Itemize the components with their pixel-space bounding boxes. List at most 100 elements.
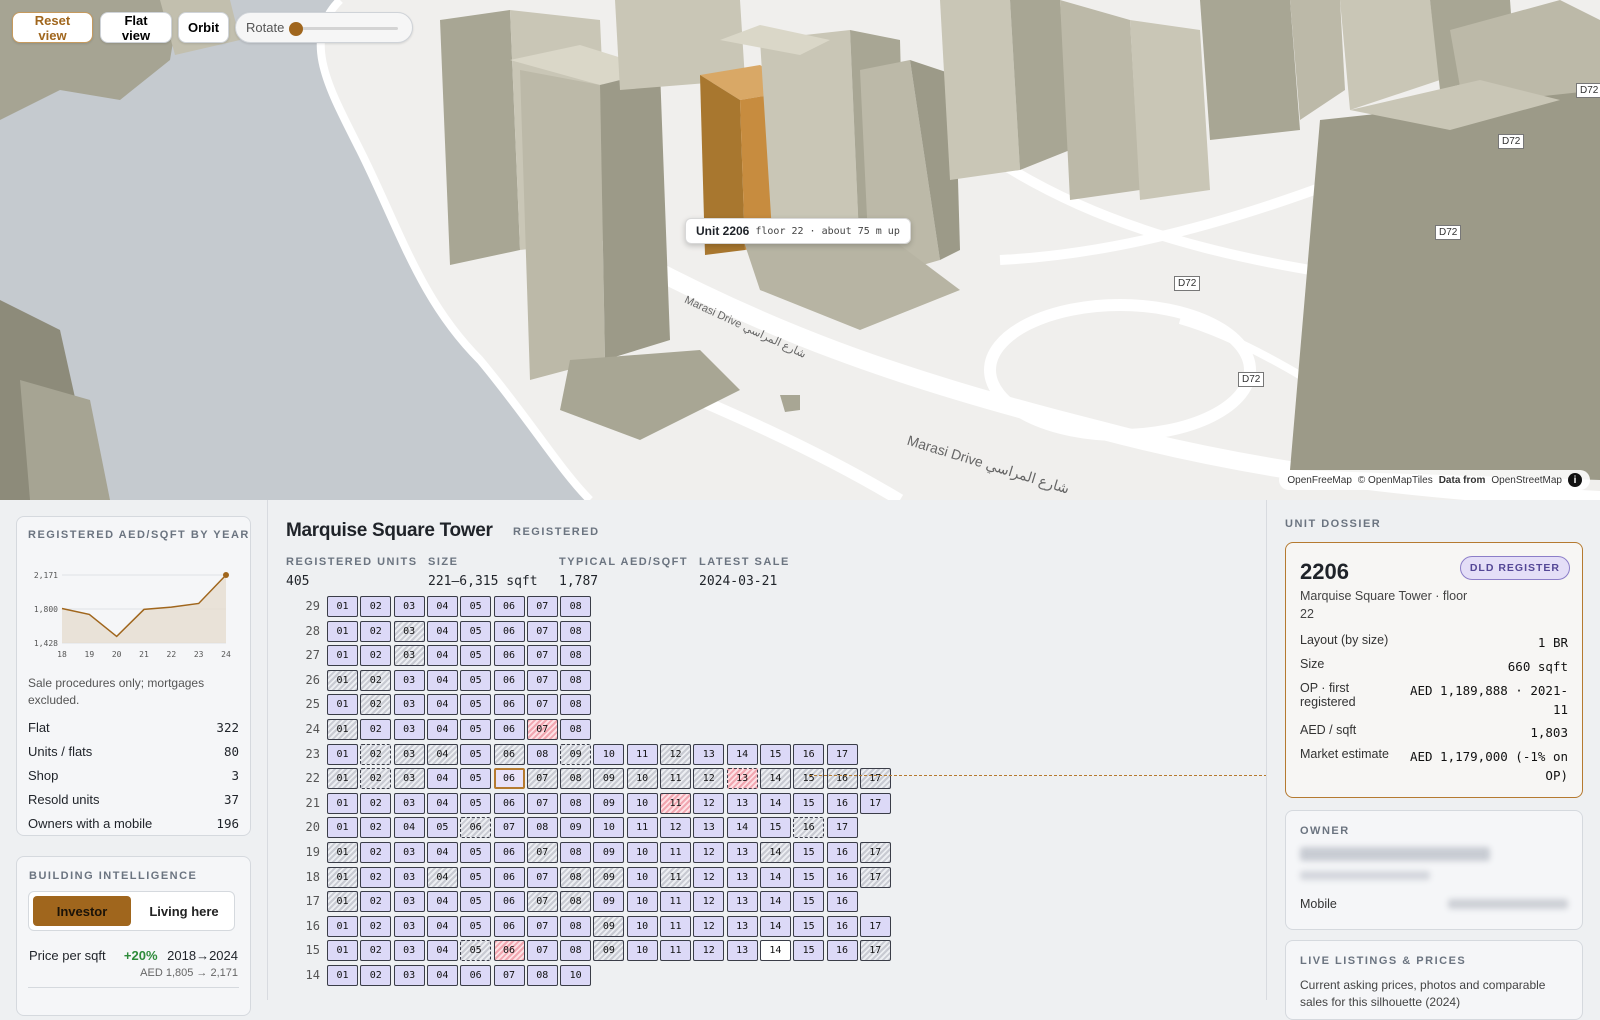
unit-cell[interactable]: 14: [726, 817, 758, 839]
map-canvas[interactable]: [0, 0, 1600, 500]
unit-cell[interactable]: 06: [493, 719, 525, 740]
unit-cell[interactable]: 13: [726, 842, 758, 863]
unit-cell[interactable]: 10: [626, 768, 658, 790]
unit-cell[interactable]: 07: [526, 620, 558, 642]
unit-cell[interactable]: 13: [726, 768, 758, 790]
unit-cell[interactable]: 05: [460, 891, 492, 913]
unit-cell[interactable]: 15: [759, 743, 791, 765]
unit-cell[interactable]: 05: [460, 842, 492, 863]
unit-cell[interactable]: 04: [426, 645, 458, 667]
unit-cell[interactable]: 12: [693, 768, 725, 790]
unit-cell[interactable]: 16: [826, 940, 858, 962]
unit-cell[interactable]: 06: [493, 596, 525, 617]
unit-cell[interactable]: 09: [560, 743, 592, 765]
unit-cell[interactable]: 07: [526, 915, 558, 937]
unit-cell[interactable]: 04: [426, 866, 458, 888]
unit-cell[interactable]: 04: [426, 915, 458, 937]
unit-cell[interactable]: 08: [560, 915, 592, 937]
unit-cell[interactable]: 02: [360, 768, 392, 790]
unit-cell[interactable]: 08: [560, 596, 592, 617]
unit-cell[interactable]: 14: [759, 842, 791, 863]
unit-cell[interactable]: 14: [759, 792, 791, 814]
unit-cell[interactable]: 15: [759, 817, 791, 839]
unit-cell[interactable]: 08: [526, 743, 558, 765]
unit-cell[interactable]: 07: [526, 940, 558, 962]
unit-cell[interactable]: 02: [360, 719, 392, 740]
unit-cell[interactable]: 03: [393, 743, 425, 765]
unit-cell[interactable]: 04: [426, 596, 458, 617]
unit-cell[interactable]: 01: [327, 891, 358, 913]
rotate-track[interactable]: [292, 27, 398, 30]
unit-cell[interactable]: 14: [759, 768, 791, 790]
unit-cell[interactable]: 02: [360, 620, 392, 642]
unit-cell[interactable]: 03: [393, 915, 425, 937]
flat-view-button[interactable]: Flat view: [100, 12, 172, 43]
unit-cell[interactable]: 03: [393, 891, 425, 913]
unit-cell[interactable]: 06: [493, 940, 525, 962]
unit-cell[interactable]: 12: [693, 915, 725, 937]
unit-cell[interactable]: 13: [726, 891, 758, 913]
unit-cell[interactable]: 15: [793, 866, 825, 888]
dld-register-badge[interactable]: DLD REGISTER: [1459, 556, 1570, 580]
unit-cell[interactable]: 03: [393, 965, 425, 986]
unit-cell[interactable]: 10: [593, 817, 625, 839]
unit-cell[interactable]: 08: [560, 891, 592, 913]
unit-cell[interactable]: 07: [526, 792, 558, 814]
unit-cell[interactable]: 17: [859, 915, 891, 937]
unit-cell[interactable]: 14: [759, 866, 791, 888]
unit-cell[interactable]: 05: [460, 669, 492, 691]
unit-cell[interactable]: 07: [526, 719, 558, 740]
unit-cell[interactable]: 05: [460, 940, 492, 962]
unit-cell[interactable]: 02: [360, 817, 392, 839]
unit-cell[interactable]: 08: [560, 645, 592, 667]
unit-cell[interactable]: 12: [660, 743, 691, 765]
reset-view-button[interactable]: Reset view: [12, 12, 93, 43]
unit-cell[interactable]: 02: [360, 965, 392, 986]
unit-cell[interactable]: 17: [859, 768, 891, 790]
unit-cell[interactable]: 16: [826, 842, 858, 863]
unit-cell[interactable]: 03: [393, 866, 425, 888]
unit-cell[interactable]: 03: [393, 645, 425, 667]
unit-cell[interactable]: 01: [327, 866, 358, 888]
unit-cell[interactable]: 01: [327, 669, 358, 691]
unit-cell[interactable]: 11: [660, 792, 691, 814]
unit-cell[interactable]: 09: [593, 891, 625, 913]
unit-cell[interactable]: 08: [560, 940, 592, 962]
unit-cell[interactable]: 01: [327, 842, 358, 863]
unit-cell[interactable]: 14: [759, 915, 791, 937]
unit-cell[interactable]: 04: [426, 768, 458, 790]
unit-cell[interactable]: 02: [360, 669, 392, 691]
unit-cell[interactable]: 02: [360, 940, 392, 962]
unit-cell[interactable]: 07: [526, 866, 558, 888]
unit-cell[interactable]: 02: [360, 694, 392, 716]
attribution-openstreetmap[interactable]: OpenStreetMap: [1491, 475, 1562, 486]
unit-cell[interactable]: 06: [493, 669, 525, 691]
unit-cell[interactable]: 01: [327, 645, 358, 667]
unit-cell[interactable]: 07: [526, 645, 558, 667]
unit-cell[interactable]: 16: [793, 743, 825, 765]
unit-cell[interactable]: 05: [460, 596, 492, 617]
unit-cell[interactable]: 07: [526, 768, 558, 790]
unit-cell[interactable]: 10: [626, 940, 658, 962]
tab-investor[interactable]: Investor: [33, 896, 131, 926]
unit-cell[interactable]: 11: [660, 915, 691, 937]
unit-cell[interactable]: 04: [426, 694, 458, 716]
unit-cell[interactable]: 14: [726, 743, 758, 765]
unit-cell[interactable]: 08: [560, 694, 592, 716]
unit-cell[interactable]: 10: [626, 842, 658, 863]
unit-cell[interactable]: 10: [593, 743, 625, 765]
unit-cell[interactable]: 05: [460, 768, 492, 790]
unit-cell[interactable]: 16: [826, 768, 858, 790]
unit-cell[interactable]: 07: [493, 817, 525, 839]
unit-cell[interactable]: 11: [660, 842, 691, 863]
unit-cell[interactable]: 01: [327, 620, 358, 642]
unit-cell[interactable]: 07: [526, 842, 558, 863]
unit-cell[interactable]: 06: [493, 915, 525, 937]
unit-cell[interactable]: 14: [759, 891, 791, 913]
unit-cell[interactable]: 05: [460, 694, 492, 716]
attribution-openfreemap[interactable]: OpenFreeMap: [1287, 475, 1351, 486]
unit-cell[interactable]: 07: [493, 965, 525, 986]
unit-cell[interactable]: 08: [560, 768, 592, 790]
unit-cell[interactable]: 01: [327, 817, 358, 839]
unit-cell[interactable]: 12: [693, 866, 725, 888]
